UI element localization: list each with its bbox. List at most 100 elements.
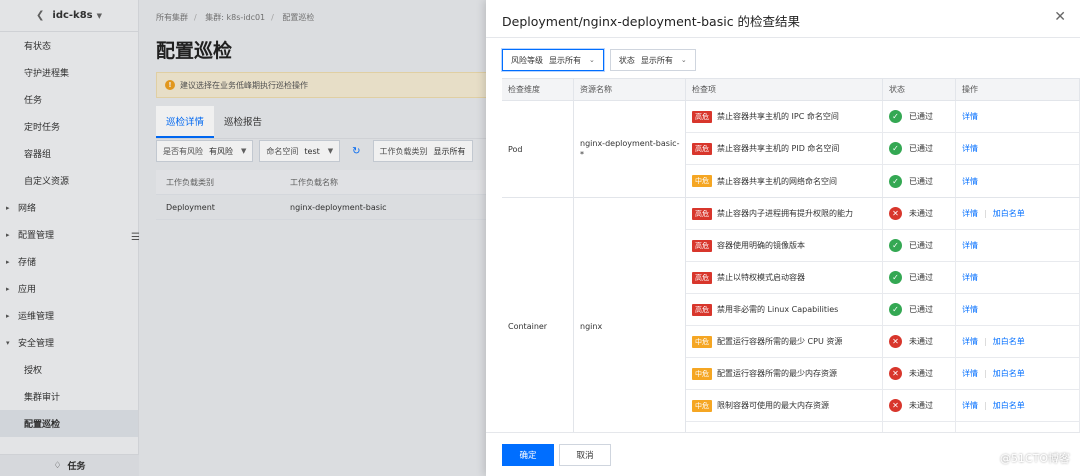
details-link[interactable]: 详情 bbox=[962, 176, 978, 187]
drawer-footer: 确定 取消 bbox=[486, 432, 1080, 476]
sidebar-item[interactable]: 任务 bbox=[0, 86, 138, 113]
namespace-filter[interactable]: 命名空间 test ▼ bbox=[259, 140, 341, 162]
breadcrumb-all-clusters[interactable]: 所有集群 bbox=[156, 13, 188, 22]
check-item-cell: 中危 限制容器可使用的最大内存资源 bbox=[686, 390, 883, 421]
actions-cell: 详情 bbox=[956, 101, 1080, 132]
sidebar-item-label: 配置管理 bbox=[18, 231, 55, 241]
status-select[interactable]: 状态 显示所有 ⌄ bbox=[609, 49, 696, 71]
workload-type-filter[interactable]: 工作负载类别 显示所有 bbox=[372, 140, 473, 162]
sidebar-item-label: 有状态 bbox=[24, 42, 52, 52]
table-row: 中危 禁止容器共享主机的网络命名空间 ✓ 已通过 详情 bbox=[686, 165, 1080, 197]
sidebar-item[interactable]: 集群审计 bbox=[0, 383, 138, 410]
sidebar-footer-tasks[interactable]: ♢ 任务 bbox=[0, 454, 139, 476]
sidebar-item-label: 任务 bbox=[24, 96, 43, 106]
action-separator: | bbox=[984, 401, 987, 410]
sidebar-item[interactable]: 容器组 bbox=[0, 140, 138, 167]
workload-type-filter-value: 显示所有 bbox=[433, 146, 466, 156]
details-link[interactable]: 详情 bbox=[962, 240, 978, 251]
sidebar-item-label: 配置巡检 bbox=[24, 420, 61, 430]
sidebar-item-label: 应用 bbox=[18, 285, 37, 295]
workload-type-filter-label: 工作负载类别 bbox=[379, 146, 428, 156]
check-item-cell: 高危 禁止容器内子进程拥有提升权限的能力 bbox=[686, 198, 883, 229]
notice-text: 建议选择在业务低峰期执行巡检操作 bbox=[180, 80, 308, 90]
table-row: 高危 禁用非必需的 Linux Capabilities ✓ 已通过 详情 bbox=[686, 294, 1080, 326]
add-whitelist-link[interactable]: 加白名单 bbox=[993, 368, 1025, 379]
tab-inspection-report[interactable]: 巡检报告 bbox=[214, 106, 272, 138]
actions-cell: 详情 | 加白名单 bbox=[956, 358, 1080, 389]
cluster-switcher[interactable]: ❮ idc-k8s ▼ bbox=[0, 0, 138, 32]
check-item-cell: 中危 配置运行容器所需的最少内存资源 bbox=[686, 358, 883, 389]
resource-name-cell: nginx-deployment-basic-* bbox=[574, 101, 686, 197]
column-header-dimension: 检查维度 bbox=[502, 79, 574, 100]
actions-cell bbox=[956, 422, 1080, 432]
details-link[interactable]: 详情 bbox=[962, 336, 978, 347]
status-cell: ✓ 已通过 bbox=[883, 262, 956, 293]
details-link[interactable]: 详情 bbox=[962, 111, 978, 122]
risk-filter[interactable]: 是否有风险 有风险 ▼ bbox=[156, 140, 254, 162]
sidebar-item[interactable]: 守护进程集 bbox=[0, 59, 138, 86]
check-item-cell: 中危 bbox=[686, 422, 883, 432]
add-whitelist-link[interactable]: 加白名单 bbox=[993, 336, 1025, 347]
check-item-cell: 高危 禁止容器共享主机的 PID 命名空间 bbox=[686, 133, 883, 164]
risk-level-badge: 高危 bbox=[692, 142, 712, 155]
action-separator: | bbox=[984, 337, 987, 346]
add-whitelist-link[interactable]: 加白名单 bbox=[993, 208, 1025, 219]
risk-level-select[interactable]: 风险等级 显示所有 ⌄ bbox=[502, 49, 604, 71]
add-whitelist-link[interactable]: 加白名单 bbox=[993, 400, 1025, 411]
details-link[interactable]: 详情 bbox=[962, 143, 978, 154]
result-group: Container nginx 高危 禁止容器内子进程拥有提升权限的能力 ✕ 未通过 详情 |… bbox=[502, 198, 1080, 432]
sidebar-item[interactable]: ▸ 配置管理 bbox=[0, 221, 138, 248]
drawer-filters: 风险等级 显示所有 ⌄ 状态 显示所有 ⌄ bbox=[502, 49, 696, 71]
sidebar-item[interactable]: 配置巡检 bbox=[0, 410, 138, 437]
sidebar-item[interactable]: 自定义资源 bbox=[0, 167, 138, 194]
details-link[interactable]: 详情 bbox=[962, 272, 978, 283]
chevron-down-icon: ▼ bbox=[327, 147, 334, 155]
check-circle-icon: ✓ bbox=[889, 110, 902, 123]
status-cell: ✓ 已通过 bbox=[883, 294, 956, 325]
tab-inspection-details[interactable]: 巡检详情 bbox=[156, 106, 215, 138]
status-text: 未通过 bbox=[909, 401, 933, 410]
sidebar-item-label: 定时任务 bbox=[24, 123, 61, 133]
status-cell: ✕ 未通过 bbox=[883, 326, 956, 357]
table-row: 高危 容器使用明确的镜像版本 ✓ 已通过 详情 bbox=[686, 230, 1080, 262]
sidebar-item[interactable]: ▾ 安全管理 bbox=[0, 329, 138, 356]
table-row: 高危 禁止容器内子进程拥有提升权限的能力 ✕ 未通过 详情 | 加白名单 bbox=[686, 198, 1080, 230]
chevron-right-icon: ▸ bbox=[6, 311, 10, 320]
breadcrumb-cluster[interactable]: 集群: k8s-idc01 bbox=[205, 13, 265, 22]
check-circle-icon: ✓ bbox=[889, 271, 902, 284]
sidebar-item[interactable]: ▸ 运维管理 bbox=[0, 302, 138, 329]
chevron-down-icon: ⌄ bbox=[680, 56, 687, 64]
sidebar-collapse-icon[interactable]: ☰ bbox=[131, 232, 140, 243]
details-link[interactable]: 详情 bbox=[962, 208, 978, 219]
status-cell: ✕ 未通过 bbox=[883, 198, 956, 229]
table-row: 中危 配置运行容器所需的最少内存资源 ✕ 未通过 详情 | 加白名单 bbox=[686, 358, 1080, 390]
caret-down-icon: ▼ bbox=[96, 11, 103, 20]
sidebar-item[interactable]: 授权 bbox=[0, 356, 138, 383]
check-item-text: 禁止容器共享主机的 PID 命名空间 bbox=[717, 144, 840, 153]
sidebar-item[interactable]: 定时任务 bbox=[0, 113, 138, 140]
details-link[interactable]: 详情 bbox=[962, 368, 978, 379]
check-circle-icon: ✓ bbox=[889, 303, 902, 316]
close-icon[interactable]: ✕ bbox=[1054, 9, 1066, 25]
cross-circle-icon: ✕ bbox=[889, 399, 902, 412]
check-item-cell: 高危 禁用非必需的 Linux Capabilities bbox=[686, 294, 883, 325]
details-link[interactable]: 详情 bbox=[962, 304, 978, 315]
risk-level-badge: 高危 bbox=[692, 110, 712, 123]
back-arrow-icon[interactable]: ❮ bbox=[36, 10, 44, 21]
sidebar-item[interactable]: ▸ 存储 bbox=[0, 248, 138, 275]
refresh-icon[interactable]: ↻ bbox=[352, 146, 360, 157]
results-table-body: Pod nginx-deployment-basic-* 高危 禁止容器共享主机的 I… bbox=[502, 101, 1080, 432]
sidebar-item[interactable]: ▸ 网络 bbox=[0, 194, 138, 221]
table-cell: Deployment bbox=[166, 202, 215, 212]
confirm-button[interactable]: 确定 bbox=[502, 444, 554, 466]
details-link[interactable]: 详情 bbox=[962, 400, 978, 411]
sidebar-footer-label: 任务 bbox=[67, 462, 86, 472]
risk-level-badge: 中危 bbox=[692, 399, 712, 412]
sidebar-item[interactable]: 有状态 bbox=[0, 32, 138, 59]
risk-level-badge: 高危 bbox=[692, 303, 712, 316]
status-text: 已通过 bbox=[909, 144, 933, 153]
actions-cell: 详情 bbox=[956, 230, 1080, 261]
sidebar-item[interactable]: ▸ 应用 bbox=[0, 275, 138, 302]
check-item-text: 限制容器可使用的最大内存资源 bbox=[717, 401, 829, 410]
cancel-button[interactable]: 取消 bbox=[559, 444, 611, 466]
